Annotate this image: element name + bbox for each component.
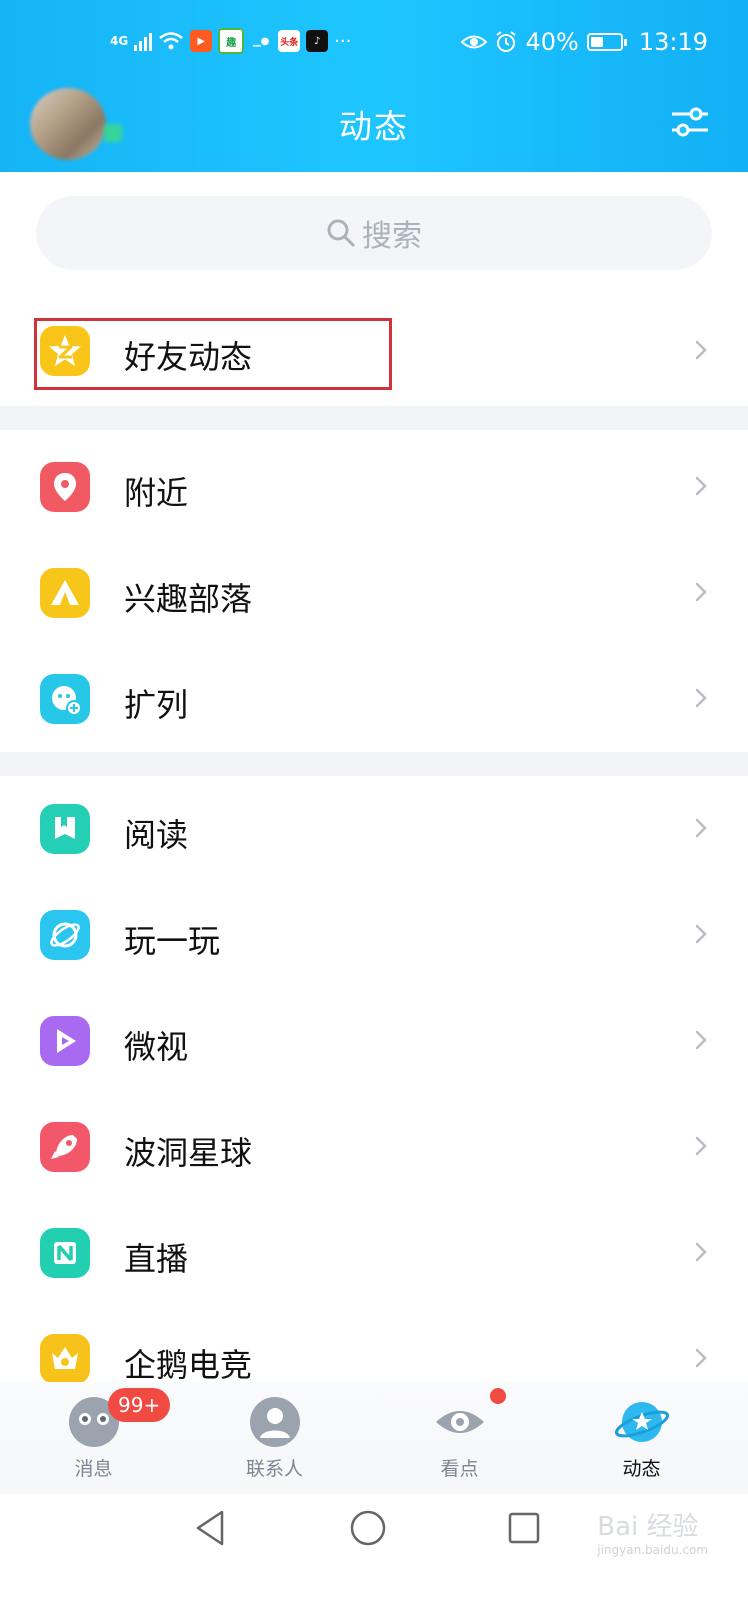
watermark-text: Bai 经验 bbox=[597, 1512, 699, 1542]
chevron-right-icon bbox=[695, 340, 707, 360]
list-item-label: 玩一玩 bbox=[124, 922, 221, 960]
chevron-right-icon bbox=[695, 1348, 707, 1368]
tiktok-app-icon: ♪ bbox=[306, 30, 329, 52]
photo-app-icon: ▁● bbox=[252, 35, 270, 47]
header-bar: 4G ▶ 趣 ▁● 头条 ♪ ··· 40% 13:19 动态 bbox=[0, 0, 748, 172]
list-item-live[interactable]: 直播 bbox=[0, 1200, 748, 1306]
tab-label: 消息 bbox=[74, 1458, 113, 1480]
highlight-box bbox=[34, 318, 392, 390]
recents-icon[interactable] bbox=[506, 1510, 542, 1546]
list-item-label: 扩列 bbox=[124, 686, 189, 724]
list-item-interest-tribe[interactable]: 兴趣部落 bbox=[0, 540, 748, 646]
status-left: 4G ▶ 趣 ▁● 头条 ♪ ··· bbox=[110, 28, 351, 54]
planet-icon bbox=[40, 910, 90, 960]
list-item-weishi[interactable]: 微视 bbox=[0, 988, 748, 1094]
eye-icon bbox=[435, 1411, 484, 1433]
battery-icon bbox=[586, 33, 627, 51]
chevron-right-icon bbox=[695, 924, 707, 944]
rocket-icon bbox=[40, 1122, 90, 1172]
watermark: Bai 经验 jingyan.baidu.com bbox=[597, 1506, 708, 1557]
reading-app-icon: 趣 bbox=[218, 28, 245, 54]
tab-label: 联系人 bbox=[245, 1458, 303, 1480]
chevron-right-icon bbox=[695, 818, 707, 838]
list-item-label: 阅读 bbox=[124, 816, 189, 854]
search-icon bbox=[327, 219, 355, 247]
back-icon[interactable] bbox=[192, 1508, 228, 1548]
tab-contacts[interactable]: 联系人 bbox=[181, 1382, 368, 1494]
contacts-icon bbox=[249, 1397, 300, 1447]
list-item-label: 直播 bbox=[124, 1240, 189, 1278]
chevron-right-icon bbox=[695, 1030, 707, 1050]
battery-percent: 40% bbox=[525, 28, 579, 56]
add-friend-icon bbox=[40, 674, 90, 724]
tab-dynamic[interactable]: 动态 bbox=[548, 1382, 735, 1494]
settings-sliders-icon[interactable] bbox=[668, 102, 712, 142]
live-icon bbox=[40, 1228, 90, 1278]
bottom-nav: 消息 99+ 联系人 看点 动态 bbox=[0, 1382, 748, 1494]
chevron-right-icon bbox=[695, 582, 707, 602]
list-item-label: 企鹅电竞 bbox=[124, 1346, 253, 1384]
tent-icon bbox=[40, 568, 90, 618]
list-item-label: 微视 bbox=[124, 1028, 189, 1066]
eye-comfort-icon bbox=[461, 35, 488, 49]
book-icon bbox=[40, 804, 90, 854]
new-content-dot bbox=[490, 1388, 506, 1404]
clock: 13:19 bbox=[638, 28, 708, 56]
signal-icon bbox=[134, 31, 153, 51]
play-icon bbox=[40, 1016, 90, 1066]
status-right: 40% 13:19 bbox=[461, 28, 708, 56]
network-type: 4G bbox=[110, 34, 129, 48]
chevron-right-icon bbox=[695, 1136, 707, 1156]
wifi-icon bbox=[159, 32, 183, 50]
list-item-play[interactable]: 玩一玩 bbox=[0, 882, 748, 988]
toutiao-app-icon: 头条 bbox=[278, 30, 301, 52]
tab-label: 看点 bbox=[440, 1458, 479, 1480]
status-bar: 4G ▶ 趣 ▁● 头条 ♪ ··· 40% 13:19 bbox=[0, 22, 748, 62]
list-item-label: 附近 bbox=[124, 474, 189, 512]
list-item-label: 波洞星球 bbox=[124, 1134, 253, 1172]
list-item-nearby[interactable]: 附近 bbox=[0, 434, 748, 540]
planet-icon bbox=[614, 1402, 669, 1442]
list-item-reading[interactable]: 阅读 bbox=[0, 776, 748, 882]
chevron-right-icon bbox=[695, 476, 707, 496]
page-title: 动态 bbox=[339, 107, 409, 146]
search-placeholder: 搜索 bbox=[362, 219, 422, 254]
location-pin-icon bbox=[40, 462, 90, 512]
list-item-label: 兴趣部落 bbox=[124, 580, 253, 618]
section-divider bbox=[0, 406, 748, 430]
unread-badge: 99+ bbox=[108, 1388, 171, 1422]
list-item-bodong-planet[interactable]: 波洞星球 bbox=[0, 1094, 748, 1200]
crown-icon bbox=[40, 1334, 90, 1384]
tab-kandian[interactable]: 看点 bbox=[366, 1382, 553, 1494]
tab-label: 动态 bbox=[622, 1458, 661, 1480]
chevron-right-icon bbox=[695, 1242, 707, 1262]
alarm-icon bbox=[496, 31, 517, 52]
section-divider bbox=[0, 752, 748, 776]
list-item-expand-list[interactable]: 扩列 bbox=[0, 646, 748, 752]
video-app-icon: ▶ bbox=[190, 30, 213, 52]
search-input[interactable]: 搜索 bbox=[36, 196, 712, 270]
chevron-right-icon bbox=[695, 688, 707, 708]
home-icon[interactable] bbox=[348, 1508, 388, 1548]
overflow-indicator: ··· bbox=[334, 30, 352, 52]
watermark-url: jingyan.baidu.com bbox=[597, 1543, 708, 1557]
